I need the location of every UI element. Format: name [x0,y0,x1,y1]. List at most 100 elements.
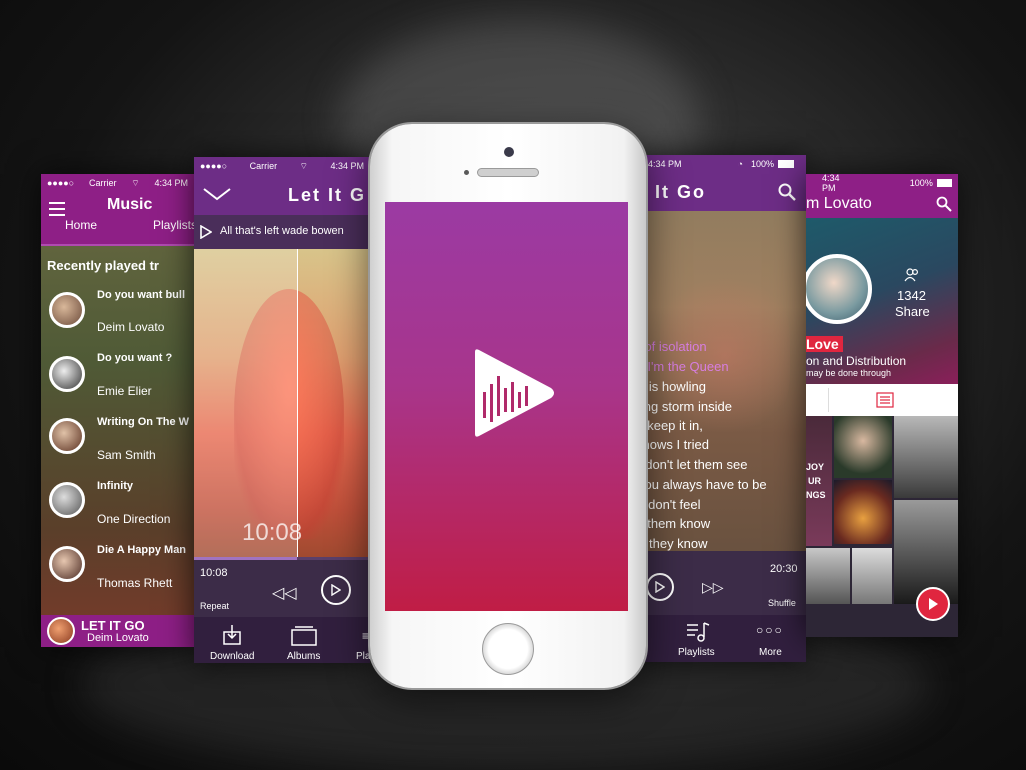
album-tile[interactable] [834,480,892,544]
avatar [49,356,85,392]
now-playing-artist: Deim Lovato [87,632,149,644]
avatar [806,254,872,324]
distribution-title: on and Distribution [806,354,907,368]
list-item[interactable]: Infinity One Direction [41,474,194,534]
status-bar: 4:34 PM ◔ 100% [630,155,806,173]
album-tile[interactable]: JOY UR NGS [806,416,832,546]
wifi-icon: ⌔ [299,160,309,171]
tab-playlists[interactable]: Pla [356,651,370,662]
status-time: 4:34 PM [330,161,364,171]
floating-play-button[interactable] [916,587,950,621]
lyric-line: ling storm inside [638,399,732,414]
lyric-line: knows I tried [636,437,709,452]
lyric-line: you always have to be [638,477,767,492]
lyric-line: l, don't feel [638,497,701,512]
header-bar: Let It G [194,175,370,215]
album-tile[interactable] [894,416,958,498]
album-art: 10:08 [194,249,370,557]
header-bar: It Go [630,173,806,211]
list-item[interactable]: Die A Happy Man Thomas Rhett [41,538,194,598]
progress-bar[interactable] [194,557,370,560]
play-button[interactable] [321,575,351,605]
menu-icon[interactable] [49,202,65,216]
bottom-tabbar: Download Albums ≡ Pla [194,617,370,663]
song-artist: Sam Smith [97,448,156,462]
download-icon[interactable] [222,624,242,646]
iphone-device [370,124,646,688]
search-icon[interactable] [936,196,952,212]
play-icon [331,584,341,596]
followers-icon [904,268,919,282]
album-text: JOY [806,462,825,472]
album-grid: JOY UR NGS [806,416,958,604]
albums-icon[interactable] [291,626,317,646]
bottom-tabbar: Playlists ○○○ More [630,615,806,662]
list-item[interactable]: Do you want ? Emie Elier [41,346,194,406]
tab-playlists[interactable]: Playlists [678,647,715,658]
song-title: Do you want bull [97,289,185,301]
repeat-label[interactable]: Repeat [200,601,229,611]
album-tile[interactable] [852,548,892,604]
song-title: Let It G [288,185,366,205]
play-icon [929,598,938,610]
tab-underline [41,244,194,246]
battery-label: 100% [909,178,933,188]
battery-label: 100% [750,159,774,169]
list-item[interactable]: Do you want bull Deim Lovato [41,282,194,342]
lyrics-screen: 4:34 PM ◔ 100% It Go m of isolation ke I… [630,155,806,662]
header-bar: m Lovato [806,192,958,218]
more-icon[interactable]: ○○○ [756,623,784,637]
distribution-sub: may be done through [806,368,892,378]
elapsed-time: 10:08 [200,567,228,579]
tab-albums[interactable]: Albums [287,651,320,662]
wifi-icon: ⌔ [131,177,140,188]
signal-indicator: ●●●●○ [200,161,228,171]
avatar [49,292,85,328]
song-artist: Thomas Rhett [97,576,173,590]
search-icon[interactable] [778,183,796,201]
carrier-label: Carrier [249,161,278,171]
status-time: 4:34 PM [648,159,682,169]
tab-playlists[interactable]: Playlists [153,218,194,232]
playlist-icon[interactable] [686,621,710,643]
splash-screen [385,202,628,611]
subtitle-bar: All that's left wade bowen [194,215,370,249]
now-playing-title: LET IT GO [81,618,145,633]
share-label[interactable]: Share [895,304,930,319]
page-title: Music [107,196,153,213]
rewind-button[interactable]: ◁◁ [272,583,297,603]
scrub-overlay [194,249,297,557]
toggle-divider [828,388,829,412]
chevron-down-icon[interactable] [202,187,232,201]
home-button[interactable] [482,623,534,675]
section-title: Recently played tr [47,258,159,273]
status-bar: 4:34 PM 100% [806,174,958,193]
player-screen: ●●●●○ Carrier ⌔ 4:34 PM Let It G All tha… [194,157,370,663]
tab-download[interactable]: Download [210,651,254,662]
scrub-line[interactable] [297,249,298,557]
view-toggle-bar [806,384,958,416]
now-playing-bar[interactable]: LET IT GO Deim Lovato [41,615,194,647]
play-button[interactable] [646,573,674,601]
list-item[interactable]: Writing On The W Sam Smith [41,410,194,470]
music-library-screen: ●●●●○ Carrier ⌔ 4:34 PM Music Home Playl… [41,174,194,647]
battery-icon [778,160,794,168]
list-view-icon[interactable] [876,392,894,408]
shuffle-label[interactable]: Shuffle [768,598,796,608]
song-artist: Deim Lovato [97,320,165,334]
album-tile[interactable] [806,548,850,604]
album-tile[interactable] [834,416,892,478]
alarm-icon: ◔ [737,159,743,169]
remaining-time: 20:30 [770,563,798,575]
song-artist: Emie Elier [97,384,152,398]
tab-more[interactable]: More [759,647,782,658]
play-icon[interactable] [200,225,212,239]
song-title: Infinity [97,480,134,492]
status-time: 4:34 PM [154,178,188,188]
playlist-icon[interactable]: ≡ [362,629,369,643]
forward-button[interactable]: ▷▷ [702,579,724,596]
play-icon [655,581,665,593]
tab-home[interactable]: Home [65,218,97,232]
avatar [49,482,85,518]
status-bar: ●●●●○ Carrier ⌔ 4:34 PM [41,174,194,192]
